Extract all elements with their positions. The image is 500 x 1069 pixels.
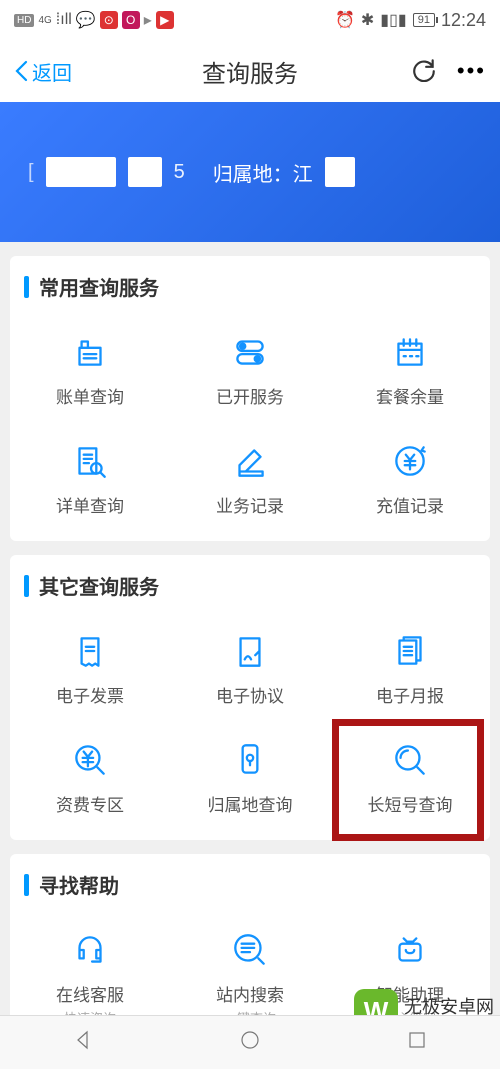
search-icon — [389, 739, 431, 781]
nav-home-icon[interactable] — [239, 1029, 261, 1056]
location-label: 归属地：江 — [213, 158, 313, 187]
battery-icon: 91 — [413, 13, 435, 27]
item-bill-query[interactable]: 账单查询 — [10, 317, 170, 426]
invoice-icon — [69, 630, 111, 672]
location-icon — [229, 739, 271, 781]
list-search-icon-2 — [229, 929, 271, 971]
item-e-report[interactable]: 电子月报 — [330, 616, 490, 725]
back-label: 返回 — [32, 57, 72, 86]
signal-icon: ⁞ıll — [56, 11, 72, 29]
bluetooth-icon: ✱ — [361, 10, 374, 30]
watermark-name: 无极安卓网 — [404, 997, 494, 1017]
report-icon — [389, 630, 431, 672]
section-common: 常用查询服务 账单查询 已开服务 套餐余量 详单查询 业务记录 充值记录 — [10, 256, 490, 541]
hd-badge: HD — [14, 14, 34, 27]
robot-icon — [389, 929, 431, 971]
headset-icon — [69, 929, 111, 971]
app-icon-2: ⊙ — [100, 11, 118, 29]
item-number-query[interactable]: 长短号查询 — [330, 725, 490, 834]
vibrate-icon: ▮▯▮ — [380, 10, 406, 30]
account-banner: [ 5 归属地：江 — [0, 102, 500, 242]
list-search-icon — [69, 440, 111, 482]
sign-doc-icon — [229, 630, 271, 672]
toggle-icon — [229, 331, 271, 373]
item-location-query[interactable]: 归属地查询 — [170, 725, 330, 834]
status-time: 12:24 — [441, 10, 486, 31]
signal-label: 4G — [38, 15, 51, 26]
page-title: 查询服务 — [202, 54, 298, 89]
item-tariff-zone[interactable]: 资费专区 — [10, 725, 170, 834]
section-other: 其它查询服务 电子发票 电子协议 电子月报 资费专区 归属地查询 长短号查询 — [10, 555, 490, 840]
edit-doc-icon — [229, 440, 271, 482]
masked-field-1 — [46, 157, 116, 187]
status-right: ⏰ ✱ ▮▯▮ 91 12:24 — [335, 10, 486, 31]
yen-refresh-icon — [389, 440, 431, 482]
item-e-agreement[interactable]: 电子协议 — [170, 616, 330, 725]
section-title-other: 其它查询服务 — [10, 555, 490, 616]
item-e-invoice[interactable]: 电子发票 — [10, 616, 170, 725]
refresh-icon[interactable] — [411, 56, 437, 87]
item-services[interactable]: 已开服务 — [170, 317, 330, 426]
app-icon-1: 💬 — [76, 10, 96, 30]
nav-back-icon[interactable] — [72, 1029, 94, 1056]
more-icon[interactable]: ••• — [457, 58, 486, 84]
app-icon-3: O — [122, 11, 140, 29]
item-recharge-log[interactable]: 充值记录 — [330, 426, 490, 535]
yen-search-icon — [69, 739, 111, 781]
app-icon-5: ▶ — [156, 11, 174, 29]
nav-recent-icon[interactable] — [406, 1029, 428, 1056]
masked-field-3 — [325, 157, 355, 187]
status-left: HD 4G ⁞ıll 💬 ⊙ O ▸ ▶ — [14, 10, 174, 30]
back-button[interactable]: 返回 — [14, 57, 72, 86]
item-business-log[interactable]: 业务记录 — [170, 426, 330, 535]
masked-field-2 — [128, 157, 162, 187]
item-plan-balance[interactable]: 套餐余量 — [330, 317, 490, 426]
status-bar: HD 4G ⁞ıll 💬 ⊙ O ▸ ▶ ⏰ ✱ ▮▯▮ 91 12:24 — [0, 0, 500, 40]
section-title-common: 常用查询服务 — [10, 256, 490, 317]
section-title-help: 寻找帮助 — [10, 854, 490, 915]
item-detail-query[interactable]: 详单查询 — [10, 426, 170, 535]
receipt-icon — [69, 331, 111, 373]
alarm-icon: ⏰ — [335, 10, 355, 30]
app-header: 返回 查询服务 ••• — [0, 40, 500, 102]
app-icon-4: ▸ — [144, 10, 152, 30]
nav-bar — [0, 1015, 500, 1069]
calendar-icon — [389, 331, 431, 373]
